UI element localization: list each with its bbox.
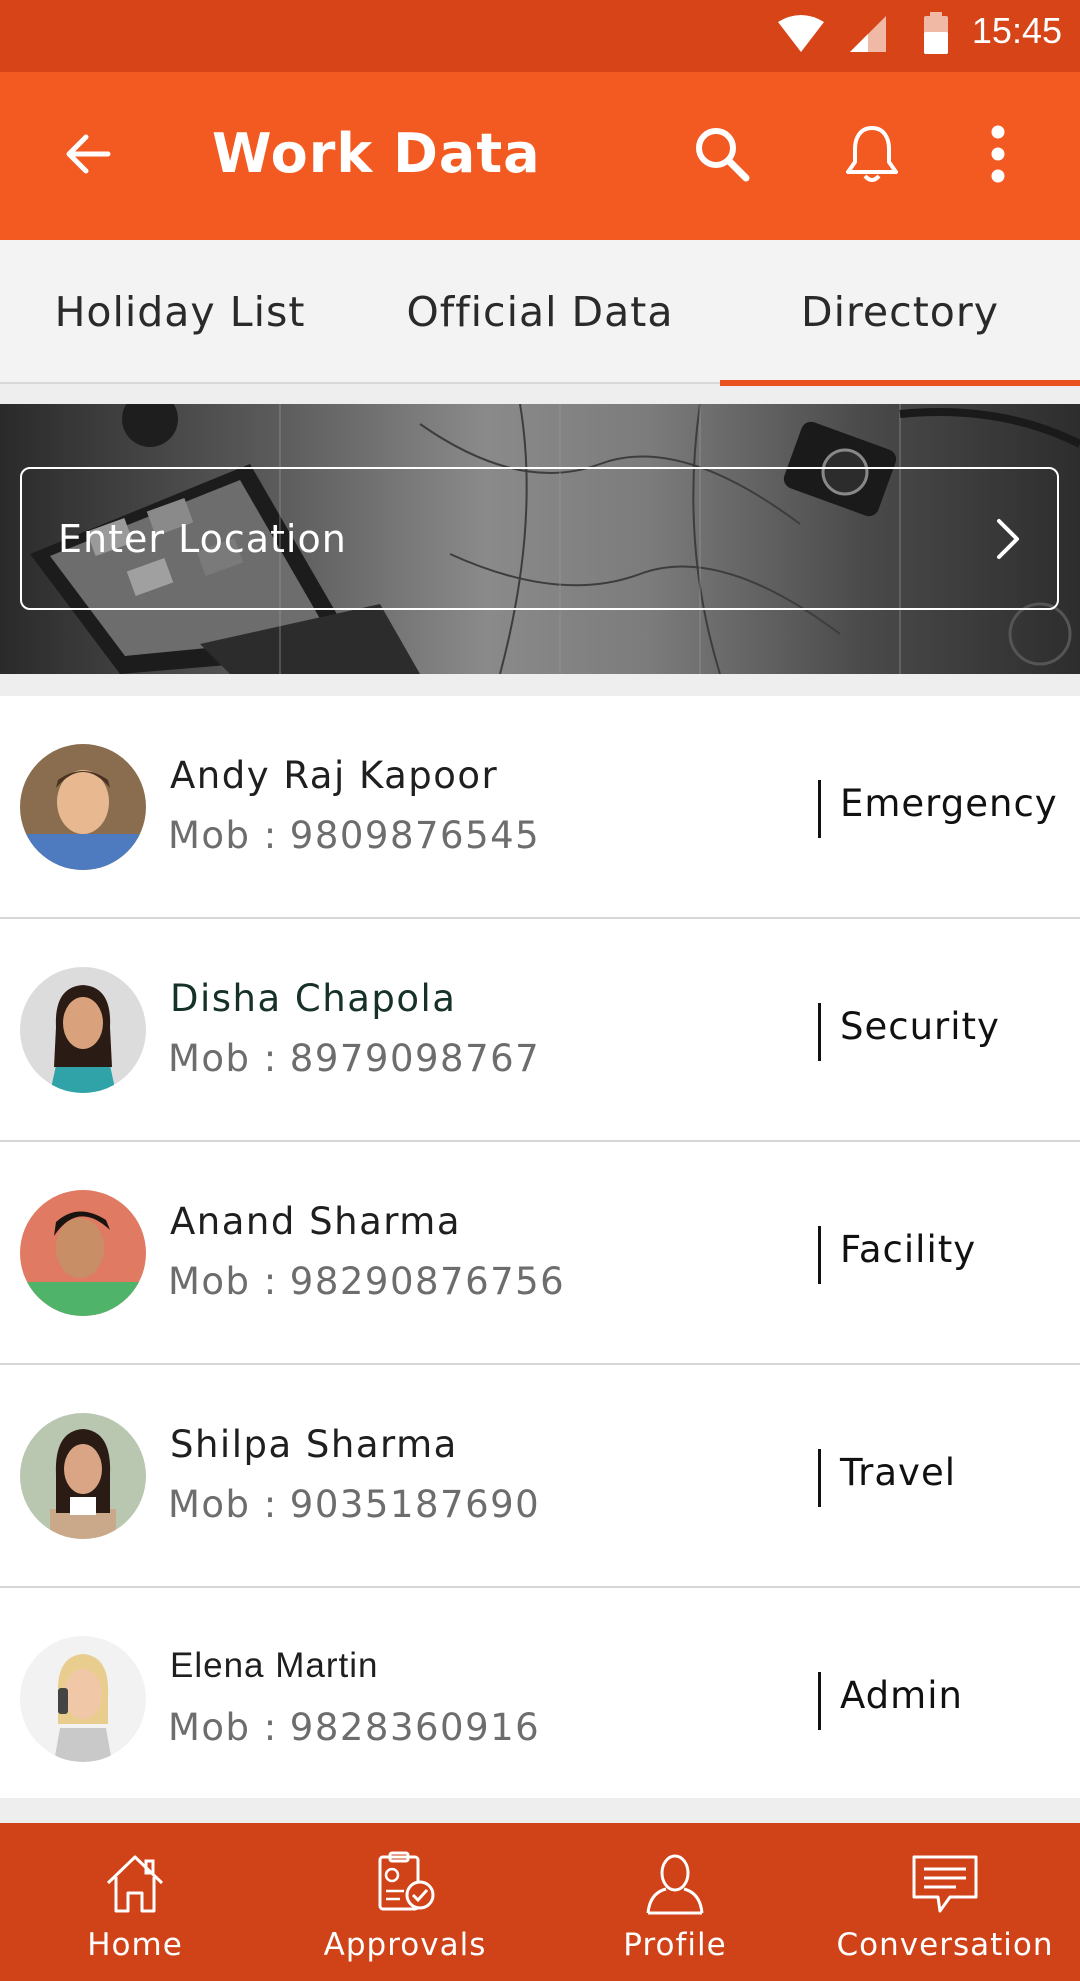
notification-bell-icon[interactable] — [842, 122, 902, 186]
tab-official-data[interactable]: Official Data — [360, 240, 720, 384]
mob-label: Mob : — [168, 1260, 278, 1303]
contact-name: Disha Chapola — [170, 977, 457, 1020]
avatar — [20, 1413, 146, 1539]
contact-department: Security — [840, 1005, 1000, 1048]
tab-label: Holiday List — [54, 288, 306, 336]
avatar — [20, 744, 146, 870]
location-banner — [0, 404, 1080, 674]
conversation-icon — [912, 1855, 978, 1913]
mob-number[interactable]: 9828360916 — [290, 1706, 540, 1749]
avatar — [20, 1636, 146, 1762]
contact-department: Travel — [840, 1451, 956, 1494]
contact-phone: Mob : 9809876545 — [168, 814, 540, 857]
signal-icon — [850, 16, 886, 52]
app-bar: Work Data — [0, 72, 1080, 240]
nav-label: Conversation — [836, 1927, 1054, 1963]
divider — [818, 780, 821, 838]
page-title: Work Data — [212, 122, 541, 185]
divider — [818, 1449, 821, 1507]
tab-label: Official Data — [406, 288, 674, 336]
avatar — [20, 967, 146, 1093]
contact-phone: Mob : 9828360916 — [168, 1706, 540, 1749]
status-bar: 15:45 — [0, 0, 1080, 72]
mob-label: Mob : — [168, 1706, 278, 1749]
contact-phone: Mob : 9035187690 — [168, 1483, 540, 1526]
mob-number[interactable]: 8979098767 — [290, 1037, 540, 1080]
mob-label: Mob : — [168, 1037, 278, 1080]
contact-row[interactable]: Anand Sharma Mob : 98290876756 Facility — [0, 1142, 1080, 1365]
nav-profile[interactable]: Profile — [540, 1823, 810, 1981]
contact-row[interactable]: Disha Chapola Mob : 8979098767 Security — [0, 919, 1080, 1142]
contact-name: Elena Martin — [170, 1646, 379, 1685]
nav-label: Approvals — [323, 1927, 487, 1963]
mob-label: Mob : — [168, 814, 278, 857]
avatar — [20, 1190, 146, 1316]
back-arrow-icon[interactable] — [58, 124, 118, 184]
contact-phone: Mob : 98290876756 — [168, 1260, 565, 1303]
chevron-right-icon[interactable] — [987, 517, 1027, 561]
nav-approvals[interactable]: Approvals — [270, 1823, 540, 1981]
nav-home[interactable]: Home — [0, 1823, 270, 1981]
contact-name: Shilpa Sharma — [170, 1423, 458, 1466]
divider — [818, 1003, 821, 1061]
battery-icon — [924, 12, 948, 54]
search-icon[interactable] — [692, 124, 752, 184]
nav-label: Profile — [623, 1927, 727, 1963]
mob-number[interactable]: 98290876756 — [290, 1260, 565, 1303]
contact-phone: Mob : 8979098767 — [168, 1037, 540, 1080]
mob-number[interactable]: 9809876545 — [290, 814, 540, 857]
mob-label: Mob : — [168, 1483, 278, 1526]
bottom-navigation: Home Approvals Profile Conversation — [0, 1823, 1080, 1981]
contact-name: Anand Sharma — [170, 1200, 462, 1243]
contact-row[interactable]: Andy Raj Kapoor Mob : 9809876545 Emergenc… — [0, 696, 1080, 919]
directory-list: Andy Raj Kapoor Mob : 9809876545 Emergenc… — [0, 696, 1080, 1798]
tab-label: Directory — [801, 288, 999, 336]
contact-department: Admin — [840, 1674, 963, 1717]
tab-bar: Holiday List Official Data Directory — [0, 240, 1080, 386]
profile-icon — [646, 1854, 704, 1915]
nav-label: Home — [87, 1927, 183, 1963]
contact-name: Andy Raj Kapoor — [170, 754, 499, 797]
contact-department: Facility — [840, 1228, 977, 1271]
clock: 15:45 — [971, 10, 1062, 51]
location-search-box — [20, 467, 1059, 610]
mob-number[interactable]: 9035187690 — [290, 1483, 540, 1526]
divider — [818, 1226, 821, 1284]
contact-department: Emergency — [840, 782, 1058, 825]
contact-row[interactable]: Elena Martin Mob : 9828360916 Admin — [0, 1588, 1080, 1811]
wifi-icon — [778, 15, 824, 52]
approvals-icon — [378, 1851, 435, 1911]
tab-holiday-list[interactable]: Holiday List — [0, 240, 360, 384]
tab-directory[interactable]: Directory — [720, 240, 1080, 386]
nav-conversation[interactable]: Conversation — [810, 1823, 1080, 1981]
divider — [818, 1672, 821, 1730]
more-options-icon[interactable] — [982, 124, 1014, 184]
home-icon — [106, 1855, 164, 1913]
contact-row[interactable]: Shilpa Sharma Mob : 9035187690 Travel — [0, 1365, 1080, 1588]
location-input[interactable] — [58, 469, 958, 608]
app-screen: 15:45 Work Data Holiday List Official Da… — [0, 0, 1080, 1981]
